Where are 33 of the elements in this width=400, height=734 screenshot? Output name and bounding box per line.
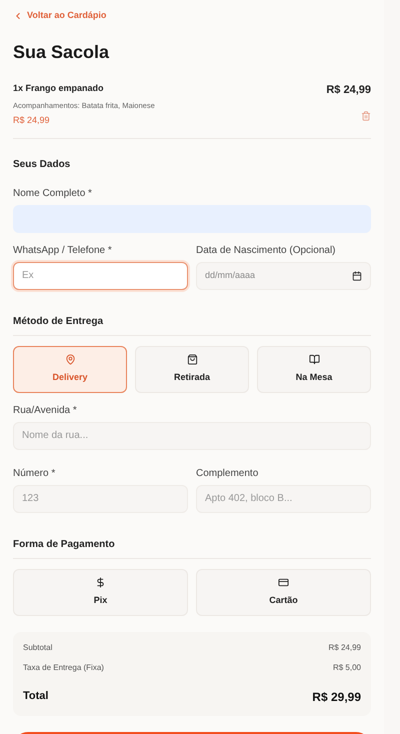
field-label: Número * [13, 466, 56, 481]
total-label: Total [23, 688, 48, 704]
calendar-icon[interactable] [352, 270, 362, 281]
option-button[interactable]: Retirada [135, 346, 249, 393]
section-heading: Seus Dados [13, 158, 72, 172]
date-placeholder: dd/mm/aaaa [205, 269, 256, 282]
card-icon [278, 577, 289, 588]
option-button[interactable]: Delivery [13, 346, 127, 393]
summary-label: Taxa de Entrega (Fixa) [23, 662, 104, 674]
input-field[interactable]: Ex [13, 262, 188, 290]
option-button[interactable]: Cartão [196, 568, 371, 616]
item-unit-price: R$ 24,99 [13, 114, 51, 128]
item-name: 1x Frango empanado [13, 82, 105, 95]
item-price: R$ 24,99 [326, 82, 371, 98]
field-label: Nome Completo * [13, 186, 93, 201]
trash-icon[interactable] [361, 111, 371, 121]
summary-value: R$ 24,99 [328, 642, 361, 654]
dollar-icon [95, 577, 106, 588]
bag-icon [186, 354, 198, 365]
page-title: Sua Sacola [13, 40, 110, 64]
total-value: R$ 29,99 [312, 688, 361, 706]
section-heading: Método de Entrega [13, 314, 371, 336]
summary-value: R$ 5,00 [332, 662, 361, 674]
field-label: Complemento [196, 466, 260, 481]
field-label: Rua/Avenida * [13, 404, 78, 418]
field-label: WhatsApp / Telefone * [13, 244, 113, 258]
book-icon [308, 354, 320, 365]
option-button[interactable]: Pix [13, 568, 188, 616]
field-label: Data de Nascimento (Opcional) [196, 244, 337, 258]
map-pin-icon [64, 354, 76, 365]
option-button[interactable]: Na Mesa [257, 346, 371, 393]
section-heading: Forma de Pagamento [13, 536, 371, 559]
summary-label: Subtotal [23, 642, 52, 654]
